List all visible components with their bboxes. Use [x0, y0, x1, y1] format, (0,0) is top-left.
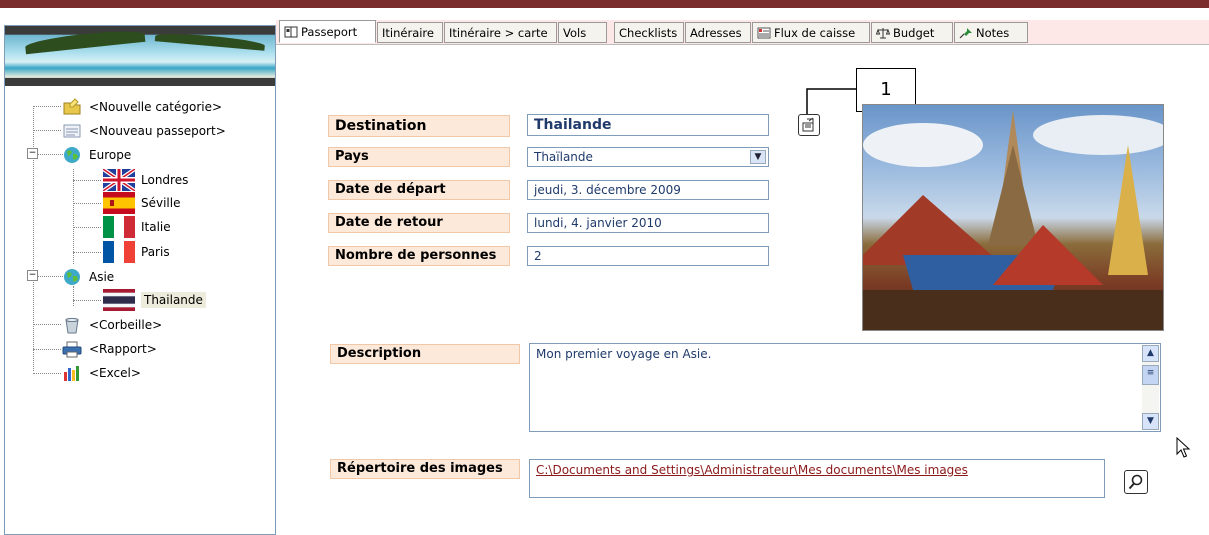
- tab-label: Vols: [563, 25, 587, 40]
- description-label: Description: [330, 344, 520, 364]
- tree-item-label: <Excel>: [89, 366, 141, 380]
- chevron-down-icon[interactable]: ▼: [750, 150, 766, 164]
- destination-photo: [862, 104, 1164, 331]
- folder-new-icon: [63, 98, 81, 115]
- top-bar: [0, 0, 1209, 8]
- tab-label: Flux de caisse: [774, 25, 856, 40]
- depart-date-field[interactable]: jeudi, 3. décembre 2009: [527, 180, 769, 200]
- personnes-label: Nombre de personnes: [328, 246, 510, 266]
- tab-label: Checklists: [619, 25, 678, 40]
- pays-label: Pays: [328, 147, 510, 167]
- description-scrollbar[interactable]: ▲ ≡ ▼: [1142, 345, 1159, 430]
- edit-destination-button[interactable]: [798, 114, 820, 136]
- bar-chart-icon: [64, 366, 79, 381]
- sidebar-tree-panel: − − <Nouvelle catégorie> <Nouveau passep…: [4, 25, 276, 535]
- tree-item-londres[interactable]: Londres: [103, 169, 188, 191]
- calculator-icon: [757, 27, 771, 38]
- tab-adresses[interactable]: Adresses: [685, 22, 751, 43]
- trash-bin-icon: [65, 317, 79, 334]
- tree-item-nouvelle-categorie[interactable]: <Nouvelle catégorie>: [61, 96, 222, 118]
- asie-collapse-toggle[interactable]: −: [27, 270, 38, 281]
- tree-item-label: Asie: [89, 270, 115, 284]
- tab-flux-de-caisse[interactable]: Flux de caisse: [752, 22, 870, 43]
- tree-item-label: Séville: [141, 196, 181, 210]
- tree-item-italie[interactable]: Italie: [103, 216, 171, 238]
- destination-field[interactable]: Thailande: [527, 114, 769, 136]
- tree-item-paris[interactable]: Paris: [103, 241, 170, 263]
- tree-item-label: Italie: [141, 220, 171, 234]
- tab-label: Itinéraire > carte: [449, 25, 548, 40]
- tab-budget[interactable]: Budget: [871, 22, 953, 43]
- tab-label: Passeport: [301, 24, 358, 39]
- pays-selected-value: Thaïlande: [534, 150, 593, 164]
- edit-icon: [802, 117, 814, 132]
- pushpin-icon: [959, 27, 972, 38]
- printer-icon: [62, 341, 82, 358]
- tab-label: Adresses: [690, 25, 742, 40]
- tab-label: Budget: [893, 25, 935, 40]
- italy-flag-icon: [103, 216, 135, 238]
- browse-folder-button[interactable]: [1124, 470, 1148, 494]
- scroll-down-icon[interactable]: ▼: [1142, 413, 1159, 430]
- tree-item-seville[interactable]: Séville: [103, 192, 181, 214]
- magnifier-icon: [1128, 474, 1143, 490]
- balance-scale-icon: [876, 27, 890, 38]
- depart-label: Date de départ: [328, 180, 510, 200]
- images-folder-label: Répertoire des images: [330, 459, 520, 479]
- europe-collapse-toggle[interactable]: −: [27, 148, 38, 159]
- tree-item-label: Europe: [89, 148, 132, 162]
- pays-select[interactable]: Thaïlande ▼: [527, 147, 769, 167]
- tab-label: Itinéraire: [382, 25, 434, 40]
- tree-item-nouveau-passeport[interactable]: <Nouveau passeport>: [61, 120, 226, 142]
- tree-item-rapport[interactable]: <Rapport>: [61, 338, 157, 360]
- retour-label: Date de retour: [328, 213, 510, 233]
- tree-item-label: <Rapport>: [89, 342, 157, 356]
- personnes-field[interactable]: 2: [527, 246, 769, 266]
- scroll-up-icon[interactable]: ▲: [1142, 345, 1159, 362]
- callout-leader-line: [806, 88, 856, 114]
- retour-date-field[interactable]: lundi, 4. janvier 2010: [527, 213, 769, 233]
- france-flag-icon: [103, 241, 135, 263]
- tree-item-excel[interactable]: <Excel>: [61, 362, 141, 384]
- tree-item-label: Thailande: [141, 292, 206, 308]
- description-text: Mon premier voyage en Asie.: [536, 347, 712, 361]
- tab-vols[interactable]: Vols: [558, 22, 607, 43]
- images-folder-link[interactable]: C:\Documents and Settings\Administrateur…: [536, 463, 968, 477]
- tree-item-corbeille[interactable]: <Corbeille>: [61, 314, 162, 336]
- mouse-cursor-icon: [1176, 437, 1191, 458]
- globe-icon: [64, 147, 80, 163]
- tab-label: Notes: [976, 25, 1010, 40]
- tab-itineraire-carte[interactable]: Itinéraire > carte: [444, 22, 557, 43]
- tree-item-thailande[interactable]: Thailande: [103, 289, 206, 311]
- tree-item-label: <Corbeille>: [89, 318, 163, 332]
- thailand-flag-icon: [103, 289, 135, 311]
- tree-item-label: Paris: [141, 245, 170, 259]
- tree-item-asie[interactable]: Asie: [61, 266, 114, 288]
- tree-item-label: <Nouvelle catégorie>: [89, 100, 223, 114]
- tree-item-label: <Nouveau passeport>: [89, 124, 226, 138]
- tab-passeport[interactable]: Passeport: [279, 20, 376, 43]
- spain-flag-icon: [103, 192, 135, 214]
- description-textarea[interactable]: Mon premier voyage en Asie. ▲ ≡ ▼: [529, 343, 1161, 432]
- images-folder-field[interactable]: C:\Documents and Settings\Administrateur…: [529, 459, 1105, 498]
- tab-checklists[interactable]: Checklists: [614, 22, 684, 43]
- scroll-thumb[interactable]: ≡: [1142, 365, 1159, 385]
- tree-item-label: Londres: [141, 173, 189, 187]
- tab-itineraire[interactable]: Itinéraire: [377, 22, 443, 43]
- globe-icon: [64, 269, 80, 285]
- tree-item-europe[interactable]: Europe: [61, 144, 131, 166]
- tab-notes[interactable]: Notes: [954, 22, 1028, 43]
- uk-flag-icon: [103, 169, 135, 191]
- sidebar-banner-image: [5, 26, 275, 86]
- passport-book-icon: [284, 26, 298, 37]
- destination-label: Destination: [328, 115, 510, 137]
- document-icon: [63, 124, 81, 138]
